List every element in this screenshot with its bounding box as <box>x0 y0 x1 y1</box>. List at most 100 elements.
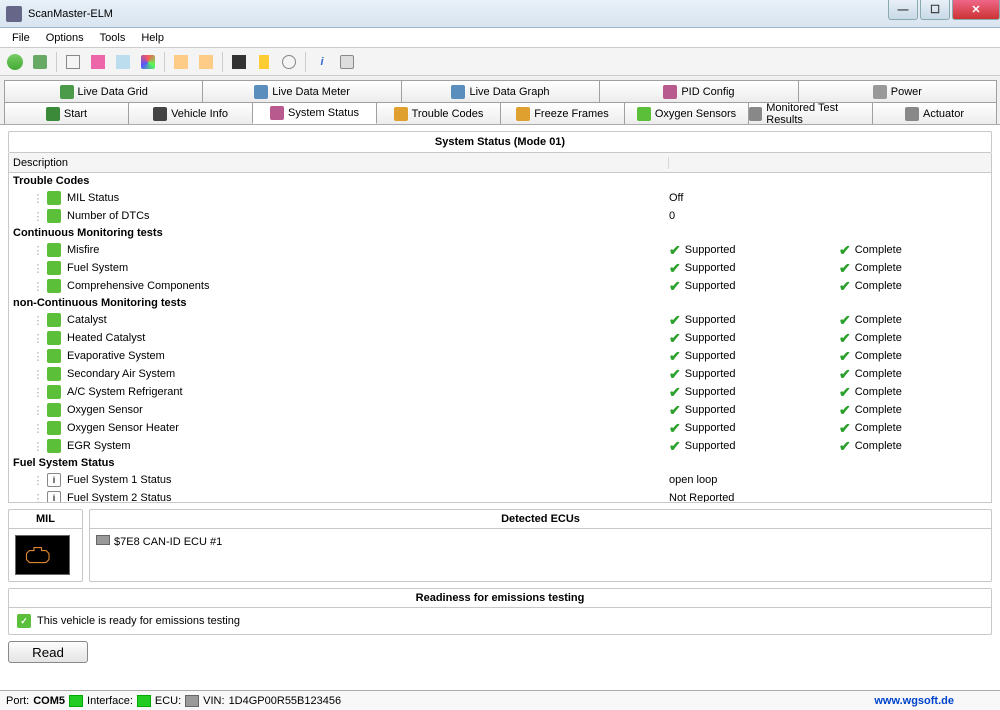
row-value-1: Supported <box>685 332 736 344</box>
tab-oxygen-sensors[interactable]: Oxygen Sensors <box>624 102 749 124</box>
tab-label: Power <box>891 86 922 98</box>
tab-label: Live Data Graph <box>469 86 549 98</box>
ecu-item: $7E8 CAN-ID ECU #1 <box>114 536 222 548</box>
check-icon: ✔ <box>839 330 851 347</box>
tab-label: System Status <box>288 107 359 119</box>
row-value-2: Complete <box>855 332 902 344</box>
grid-row[interactable]: ⋮Misfire✔Supported✔Complete <box>9 241 991 259</box>
tab-power[interactable]: Power <box>798 80 997 102</box>
status-bar: Port: COM5 Interface: ECU: VIN: 1D4GP00R… <box>0 690 1000 710</box>
tab-icon <box>873 85 887 99</box>
ecu-panel: Detected ECUs $7E8 CAN-ID ECU #1 <box>89 509 992 582</box>
grid-row[interactable]: ⋮Secondary Air System✔Supported✔Complete <box>9 365 991 383</box>
row-value-1: Supported <box>685 440 736 452</box>
tab-actuator[interactable]: Actuator <box>872 102 997 124</box>
tool-7-icon[interactable] <box>170 51 192 73</box>
row-label: MIL Status <box>67 192 119 204</box>
website-link[interactable]: www.wgsoft.de <box>874 695 954 707</box>
grid-row[interactable]: ⋮A/C System Refrigerant✔Supported✔Comple… <box>9 383 991 401</box>
row-value-1: Off <box>669 192 683 204</box>
row-label: Fuel System 1 Status <box>67 474 172 486</box>
grid-row[interactable]: ⋮iFuel System 2 StatusNot Reported <box>9 489 991 503</box>
tab-start[interactable]: Start <box>4 102 129 124</box>
menu-file[interactable]: File <box>4 30 38 46</box>
tab-icon <box>153 107 167 121</box>
tab-icon <box>663 85 677 99</box>
grid-row[interactable]: ⋮Heated Catalyst✔Supported✔Complete <box>9 329 991 347</box>
port-led-icon <box>69 695 83 707</box>
read-button[interactable]: Read <box>8 641 88 663</box>
menu-tools[interactable]: Tools <box>92 30 134 46</box>
tool-6-icon[interactable] <box>137 51 159 73</box>
grid-row[interactable]: ⋮Evaporative System✔Supported✔Complete <box>9 347 991 365</box>
row-label: Oxygen Sensor <box>67 404 143 416</box>
tab-monitored-test-results[interactable]: Monitored Test Results <box>748 102 873 124</box>
menu-help[interactable]: Help <box>133 30 172 46</box>
check-icon: ✔ <box>839 402 851 419</box>
tab-icon <box>254 85 268 99</box>
ecu-list[interactable]: $7E8 CAN-ID ECU #1 <box>90 529 991 579</box>
tool-5-icon[interactable] <box>112 51 134 73</box>
tool-3-icon[interactable] <box>62 51 84 73</box>
tool-info-icon[interactable]: i <box>311 51 333 73</box>
grid-row[interactable]: ⋮Catalyst✔Supported✔Complete <box>9 311 991 329</box>
check-icon: ✔ <box>669 312 681 329</box>
grid-row[interactable]: ⋮Number of DTCs0 <box>9 207 991 225</box>
row-value-2: Complete <box>855 262 902 274</box>
row-value-2: Complete <box>855 386 902 398</box>
row-value-1: Supported <box>685 386 736 398</box>
grid-row[interactable]: ⋮Fuel System✔Supported✔Complete <box>9 259 991 277</box>
ecu-title: Detected ECUs <box>90 510 991 529</box>
vin-label: VIN: <box>203 695 224 707</box>
tab-pid-config[interactable]: PID Config <box>599 80 798 102</box>
row-value-1: 0 <box>669 210 675 222</box>
status-ok-icon <box>47 403 61 417</box>
tool-10-icon[interactable] <box>253 51 275 73</box>
tool-connect-icon[interactable] <box>4 51 26 73</box>
row-value-1: Supported <box>685 314 736 326</box>
grid-row[interactable]: ⋮Oxygen Sensor Heater✔Supported✔Complete <box>9 419 991 437</box>
grid-row[interactable]: ⋮Comprehensive Components✔Supported✔Comp… <box>9 277 991 295</box>
iface-label: Interface: <box>87 695 133 707</box>
check-icon: ✔ <box>839 384 851 401</box>
tab-trouble-codes[interactable]: Trouble Codes <box>376 102 501 124</box>
tab-live-data-grid[interactable]: Live Data Grid <box>4 80 203 102</box>
row-value-2: Complete <box>855 440 902 452</box>
status-ok-icon <box>47 209 61 223</box>
port-label: Port: <box>6 695 29 707</box>
grid-row[interactable]: ⋮MIL StatusOff <box>9 189 991 207</box>
close-button[interactable]: ✕ <box>952 0 1000 20</box>
tool-9-icon[interactable] <box>228 51 250 73</box>
grid-row[interactable]: ⋮iFuel System 1 Statusopen loop <box>9 471 991 489</box>
grid-row[interactable]: ⋮EGR System✔Supported✔Complete <box>9 437 991 455</box>
tab-icon <box>749 107 762 121</box>
tool-4-icon[interactable] <box>87 51 109 73</box>
tab-icon <box>905 107 919 121</box>
grid-section-header: Continuous Monitoring tests <box>9 225 991 241</box>
check-icon: ✔ <box>839 348 851 365</box>
tab-icon <box>451 85 465 99</box>
menu-options[interactable]: Options <box>38 30 92 46</box>
tab-live-data-meter[interactable]: Live Data Meter <box>202 80 401 102</box>
row-value-1: Supported <box>685 404 736 416</box>
status-ok-icon <box>47 349 61 363</box>
tab-vehicle-info[interactable]: Vehicle Info <box>128 102 253 124</box>
tool-2-icon[interactable] <box>29 51 51 73</box>
tool-11-icon[interactable] <box>278 51 300 73</box>
status-ok-icon <box>47 279 61 293</box>
grid-row[interactable]: ⋮Oxygen Sensor✔Supported✔Complete <box>9 401 991 419</box>
check-icon: ✔ <box>669 348 681 365</box>
row-value-2: Complete <box>855 422 902 434</box>
tool-exit-icon[interactable] <box>336 51 358 73</box>
tab-freeze-frames[interactable]: Freeze Frames <box>500 102 625 124</box>
maximize-button[interactable]: ☐ <box>920 0 950 20</box>
grid-body[interactable]: Trouble Codes⋮MIL StatusOff⋮Number of DT… <box>8 173 992 503</box>
app-icon <box>6 6 22 22</box>
tab-live-data-graph[interactable]: Live Data Graph <box>401 80 600 102</box>
tool-8-icon[interactable] <box>195 51 217 73</box>
tab-label: Live Data Meter <box>272 86 350 98</box>
tab-label: Monitored Test Results <box>766 102 872 126</box>
minimize-button[interactable]: — <box>888 0 918 20</box>
check-icon: ✔ <box>669 402 681 419</box>
tab-system-status[interactable]: System Status <box>252 102 377 124</box>
